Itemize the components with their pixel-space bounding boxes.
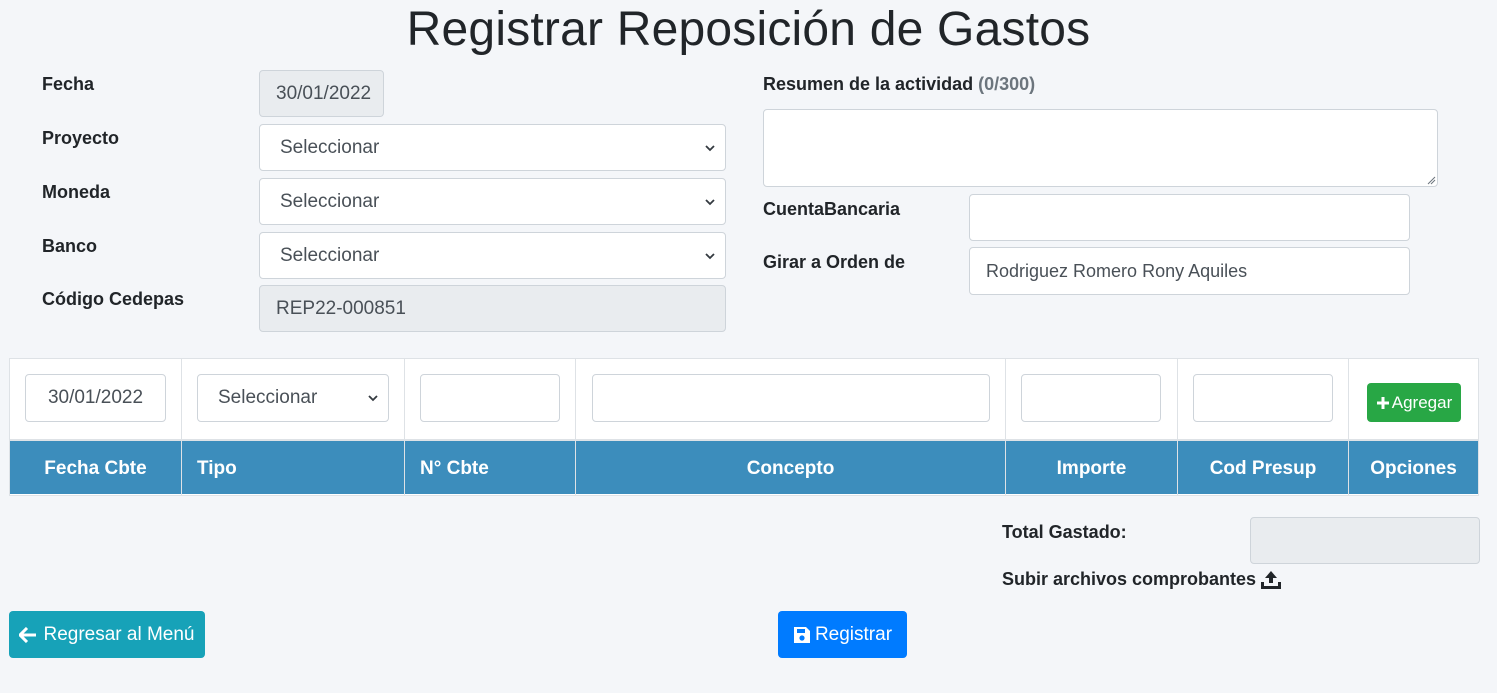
banco-label: Banco xyxy=(42,236,98,256)
proyecto-label: Proyecto xyxy=(42,128,120,148)
page-title: Registrar Reposición de Gastos xyxy=(406,3,1091,56)
resumen-label: Resumen de la actividad (0/300) xyxy=(763,74,1035,95)
detail-importe-input[interactable] xyxy=(1021,374,1161,422)
resumen-counter: (0/300) xyxy=(978,74,1036,94)
th-fecha-cbte: Fecha Cbte xyxy=(44,457,147,479)
upload-label: Subir archivos comprobantes xyxy=(1002,569,1257,589)
detail-fecha-value: 30/01/2022 xyxy=(47,387,144,408)
detail-cod-presup-input[interactable] xyxy=(1193,374,1333,422)
banco-select-value: Seleccionar xyxy=(280,244,380,266)
detail-concepto-input[interactable] xyxy=(592,374,990,422)
header-divider xyxy=(181,441,182,494)
codigo-cedepas-value: REP22-000851 xyxy=(276,297,406,319)
girar-orden-value: Rodriguez Romero Rony Aquiles xyxy=(986,260,1248,281)
regresar-menu-label: Regresar al Menú xyxy=(43,623,195,645)
moneda-select[interactable]: Seleccionar xyxy=(259,178,726,225)
upload-icon[interactable] xyxy=(1260,570,1282,590)
resumen-label-text: Resumen de la actividad xyxy=(763,74,974,94)
agregar-button[interactable]: Agregar xyxy=(1367,383,1461,422)
th-n-cbte: N° Cbte xyxy=(420,457,489,479)
codigo-cedepas-label: Código Cedepas xyxy=(42,289,185,309)
fecha-field-value: 30/01/2022 xyxy=(276,82,372,104)
resize-grip-icon[interactable] xyxy=(1426,175,1436,185)
save-icon xyxy=(793,626,811,644)
regresar-menu-button[interactable]: Regresar al Menú xyxy=(9,611,205,658)
total-gastado-label: Total Gastado: xyxy=(1002,522,1127,542)
girar-orden-label: Girar a Orden de xyxy=(763,252,906,272)
fecha-field[interactable]: 30/01/2022 xyxy=(259,70,384,117)
chevron-down-icon xyxy=(368,393,378,403)
header-divider xyxy=(575,441,576,494)
total-gastado-field[interactable] xyxy=(1250,517,1480,564)
header-divider xyxy=(1348,441,1349,494)
moneda-label: Moneda xyxy=(42,182,111,202)
header-divider xyxy=(1177,441,1178,494)
moneda-select-value: Seleccionar xyxy=(280,190,380,212)
chevron-down-icon xyxy=(705,197,715,207)
resumen-textarea-wrap xyxy=(763,109,1438,187)
detail-numero-input[interactable] xyxy=(420,374,560,422)
header-divider xyxy=(1005,441,1006,494)
registrar-button-label: Registrar xyxy=(814,623,893,645)
detail-tipo-select[interactable]: Seleccionar xyxy=(197,374,389,422)
proyecto-select[interactable]: Seleccionar xyxy=(259,124,726,171)
th-opciones: Opciones xyxy=(1370,457,1457,479)
header-divider xyxy=(404,441,405,494)
girar-orden-input[interactable]: Rodriguez Romero Rony Aquiles xyxy=(969,247,1410,295)
agregar-button-label: Agregar xyxy=(1391,392,1453,412)
detail-tipo-value: Seleccionar xyxy=(218,387,318,408)
proyecto-select-value: Seleccionar xyxy=(280,136,380,158)
fecha-label: Fecha xyxy=(42,74,95,94)
arrow-left-icon xyxy=(19,626,37,643)
upload-comprobantes[interactable]: Subir archivos comprobantes xyxy=(1002,569,1282,590)
codigo-cedepas-field[interactable]: REP22-000851 xyxy=(259,285,726,332)
resumen-textarea[interactable] xyxy=(763,109,1438,187)
th-importe: Importe xyxy=(1056,457,1127,479)
banco-select[interactable]: Seleccionar xyxy=(259,232,726,279)
table-header: Fecha Cbte Tipo N° Cbte Concepto Importe… xyxy=(10,439,1478,494)
chevron-down-icon xyxy=(705,143,715,153)
th-cod-presup: Cod Presup xyxy=(1209,457,1317,479)
plus-icon xyxy=(1376,396,1390,410)
detail-fecha-input[interactable]: 30/01/2022 xyxy=(25,374,166,422)
chevron-down-icon xyxy=(705,251,715,261)
cuenta-bancaria-label: CuentaBancaria xyxy=(763,199,901,219)
th-concepto: Concepto xyxy=(746,457,835,479)
registrar-button[interactable]: Registrar xyxy=(778,611,907,658)
th-tipo: Tipo xyxy=(197,457,237,479)
cuenta-bancaria-input[interactable] xyxy=(969,194,1410,241)
